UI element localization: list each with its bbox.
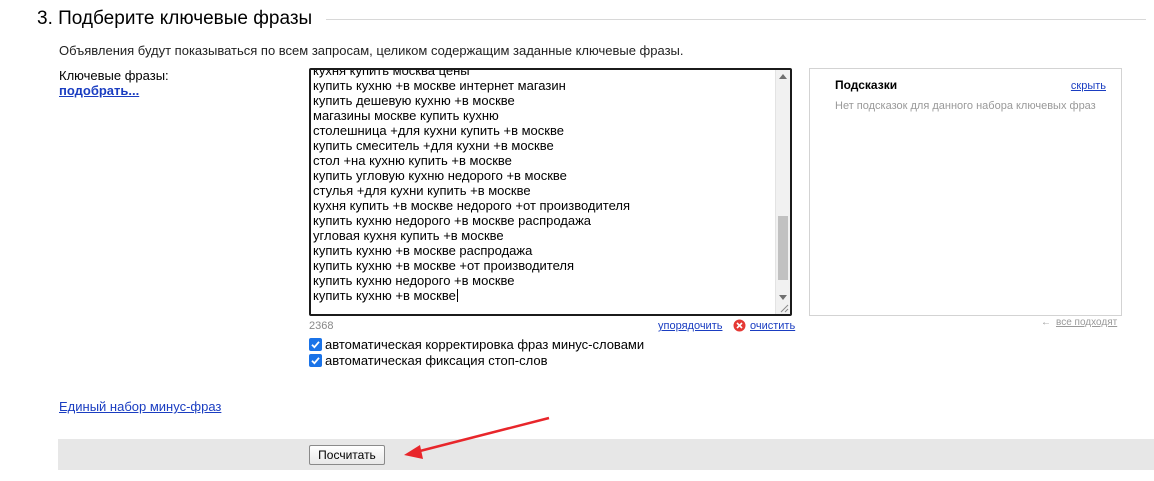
keyword-line: купить кухню +в москве: [313, 288, 458, 303]
auto-correct-label: автоматическая корректировка фраз минус-…: [325, 337, 645, 352]
checkmark-icon: [311, 341, 320, 349]
all-fit-link[interactable]: ← все подходят: [1041, 317, 1117, 329]
checkmark-icon: [311, 357, 320, 365]
sort-link[interactable]: упорядочить: [658, 320, 722, 333]
hints-empty-text: Нет подсказок для данного набора ключевы…: [835, 100, 1096, 112]
hide-hints-link[interactable]: скрыть: [1071, 80, 1106, 93]
title-divider: [326, 19, 1146, 20]
keywords-label: Ключевые фразы:: [59, 68, 169, 83]
keyword-line: купить кухню +в москве +от производителя: [313, 258, 575, 273]
hints-title: Подсказки: [835, 78, 898, 92]
keyword-line: купить дешевую кухню +в москве: [313, 93, 515, 108]
keyword-line: купить кухню +в москве интернет магазин: [313, 78, 566, 93]
keyword-line: стулья +для кухни купить +в москве: [313, 183, 531, 198]
text-cursor: [456, 289, 458, 302]
keyword-line: купить кухню недорого +в москве распрода…: [313, 213, 592, 228]
hints-panel: Подсказки скрыть Нет подсказок для данно…: [809, 68, 1122, 316]
footer-bar: [58, 439, 1154, 470]
auto-correct-checkbox[interactable]: [309, 338, 322, 351]
keywords-text: кухня купить москва цены купить кухню +в …: [313, 68, 774, 303]
keyword-line: купить кухню +в москве распродажа: [313, 243, 533, 258]
keyword-line: купить угловую кухню недорого +в москве: [313, 168, 567, 183]
pick-keywords-link[interactable]: подобрать...: [59, 83, 139, 98]
resize-grip-icon[interactable]: [779, 303, 789, 313]
arrow-left-icon: ←: [1041, 317, 1051, 328]
keyword-line: кухня купить москва цены: [313, 68, 470, 78]
clear-x-circle-icon[interactable]: [733, 319, 746, 332]
character-counter: 2368: [309, 320, 334, 332]
keyword-line: столешница +для кухни купить +в москве: [313, 123, 564, 138]
clear-link[interactable]: очистить: [750, 320, 795, 333]
scroll-up-arrow-icon[interactable]: [779, 74, 787, 79]
section-description: Объявления будут показываться по всем за…: [59, 43, 684, 58]
section-title: 3. Подберите ключевые фразы: [37, 8, 313, 29]
scroll-thumb[interactable]: [778, 216, 788, 280]
keyword-line: купить смеситель +для кухни +в москве: [313, 138, 554, 153]
scroll-down-arrow-icon[interactable]: [779, 295, 787, 300]
keywords-scrollbar[interactable]: [775, 70, 790, 314]
auto-fix-label: автоматическая фиксация стоп-слов: [325, 353, 548, 368]
keyword-line: стол +на кухню купить +в москве: [313, 153, 512, 168]
keyword-line: магазины москве купить кухню: [313, 108, 499, 123]
auto-correct-option[interactable]: автоматическая корректировка фраз минус-…: [309, 337, 644, 352]
keyword-line: угловая кухня купить +в москве: [313, 228, 504, 243]
minus-phrases-link[interactable]: Единый набор минус-фраз: [59, 399, 221, 414]
keyword-line: купить кухню недорого +в москве: [313, 273, 515, 288]
calculate-button[interactable]: Посчитать: [309, 445, 385, 465]
auto-fix-option[interactable]: автоматическая фиксация стоп-слов: [309, 353, 548, 368]
keyword-line: кухня купить +в москве недорого +от прои…: [313, 198, 631, 213]
keywords-textarea[interactable]: кухня купить москва цены купить кухню +в …: [309, 68, 792, 316]
all-fit-label: все подходят: [1056, 317, 1118, 328]
auto-fix-checkbox[interactable]: [309, 354, 322, 367]
